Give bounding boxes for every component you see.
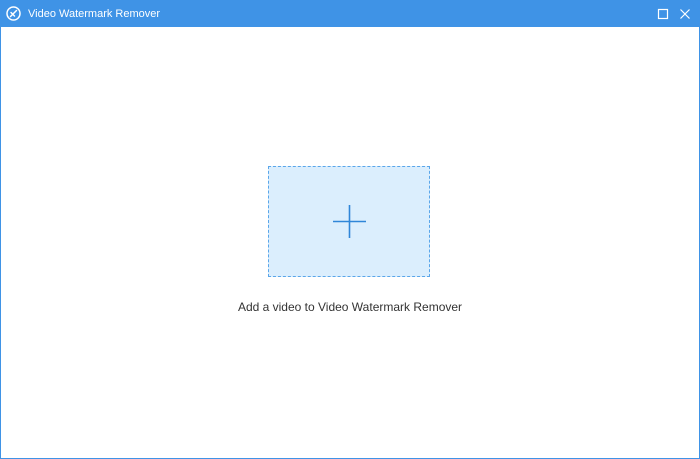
window-title: Video Watermark Remover (28, 8, 161, 20)
main-content: Add a video to Video Watermark Remover (1, 27, 699, 458)
maximize-icon (657, 8, 669, 20)
plus-icon (333, 205, 366, 238)
maximize-button[interactable] (654, 5, 672, 23)
close-button[interactable] (676, 5, 694, 23)
app-window: Video Watermark Remover Add a video to V… (0, 0, 700, 459)
close-icon (680, 9, 690, 19)
title-bar[interactable]: Video Watermark Remover (1, 1, 699, 27)
app-logo-icon (6, 6, 21, 21)
add-video-drop-zone[interactable] (268, 166, 430, 277)
add-video-hint: Add a video to Video Watermark Remover (237, 300, 463, 314)
